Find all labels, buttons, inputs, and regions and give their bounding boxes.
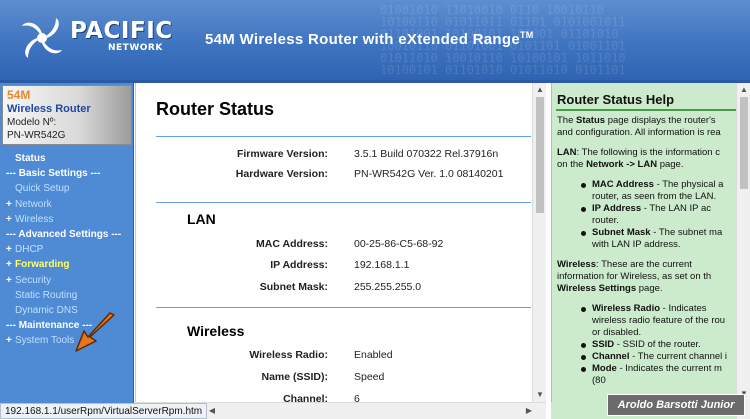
firmware-label: Firmware Version:: [236, 148, 328, 160]
list-item: Channel - The current channel i: [557, 351, 736, 363]
header-banner: 01001010 11010010 0110 10010110 10100110…: [0, 0, 750, 80]
brand-subtitle: NETWORK: [108, 43, 163, 53]
help-divider: [556, 109, 736, 111]
scroll-up-icon[interactable]: ▲: [535, 85, 545, 95]
pacific-logo-icon: [22, 18, 62, 58]
scroll-thumb[interactable]: [536, 97, 544, 213]
section-divider: [156, 307, 531, 308]
plus-icon: +: [6, 259, 12, 271]
sidebar-section-basic-settings: --- Basic Settings ---: [6, 168, 101, 180]
sidebar-item-label: Forwarding: [15, 259, 70, 271]
page-title: Router Status: [156, 99, 275, 119]
sidebar-item-quick-setup[interactable]: Quick Setup: [0, 181, 134, 196]
list-item: SSID - SSID of the router.: [557, 339, 736, 351]
channel-row: Channel: 6: [136, 393, 532, 402]
device-speed: 54M: [7, 88, 31, 102]
plus-icon: +: [6, 213, 12, 225]
plus-icon: +: [6, 244, 12, 256]
section-divider: [156, 202, 531, 203]
sidebar-item-static-routing[interactable]: Static Routing: [0, 288, 134, 303]
sidebar-nav: 54M Wireless Router Modelo Nº: PN-WR542G…: [0, 83, 134, 419]
help-panel: Router Status Help The Status page displ…: [551, 83, 736, 402]
wireless-radio-row: Wireless Radio: Enabled: [136, 349, 532, 365]
status-bar-url: 192.168.1.1/userRpm/VirtualServerRpm.htm: [0, 403, 208, 419]
channel-label: Channel:: [283, 393, 328, 402]
ip-value: 192.168.1.1: [354, 259, 410, 271]
wireless-section-title: Wireless: [187, 323, 245, 339]
help-vertical-scrollbar[interactable]: ▲ ▼: [736, 83, 750, 419]
model-code: PN-WR542G: [7, 130, 66, 141]
list-item: Subnet Mask - The subnet ma with LAN IP a…: [557, 227, 736, 251]
channel-value: 6: [354, 393, 360, 402]
subnet-row: Subnet Mask: 255.255.255.0: [136, 281, 532, 297]
wireless-radio-value: Enabled: [354, 349, 393, 361]
mac-value: 00-25-86-C5-68-92: [354, 238, 444, 250]
firmware-row: Firmware Version: 3.5.1 Build 070322 Rel…: [136, 148, 532, 164]
help-wireless-text: Wireless: These are the current informat…: [557, 259, 712, 294]
sidebar-section-advanced-settings: --- Advanced Settings ---: [6, 228, 122, 240]
product-title: 54M Wireless Router with eXtended RangeT…: [205, 30, 534, 48]
brand-name: PACIFIC: [70, 18, 173, 44]
author-watermark: Aroldo Barsotti Junior: [607, 394, 745, 416]
model-label: Modelo Nº:: [7, 117, 57, 128]
hardware-row: Hardware Version: PN-WR542G Ver. 1.0 081…: [136, 168, 532, 184]
ip-label: IP Address:: [270, 259, 328, 271]
subnet-value: 255.255.255.0: [354, 281, 422, 293]
sidebar-item-forwarding[interactable]: + Forwarding: [0, 257, 134, 272]
firmware-value: 3.5.1 Build 070322 Rel.37916n: [354, 148, 499, 160]
sidebar-item-label: Security: [15, 274, 52, 286]
main-vertical-scrollbar[interactable]: ▲ ▼: [532, 83, 546, 402]
ssid-row: Name (SSID): Speed: [136, 371, 532, 387]
hardware-value: PN-WR542G Ver. 1.0 08140201: [354, 168, 504, 180]
device-info-box: 54M Wireless Router Modelo Nº: PN-WR542G: [2, 85, 132, 145]
plus-icon: +: [6, 198, 12, 210]
sidebar-item-network[interactable]: + Network: [0, 197, 134, 212]
sidebar-item-status[interactable]: Status: [0, 151, 134, 166]
help-title: Router Status Help: [557, 92, 675, 107]
scroll-down-icon[interactable]: ▼: [535, 390, 545, 400]
sidebar-item-label: Network: [15, 198, 52, 210]
main-content: Router Status Firmware Version: 3.5.1 Bu…: [135, 83, 532, 402]
help-lan-list: MAC Address - The physical a router, as s…: [557, 179, 736, 251]
sidebar-item-label: DHCP: [15, 244, 44, 256]
scroll-right-icon[interactable]: ▶: [524, 406, 534, 416]
mac-row: MAC Address: 00-25-86-C5-68-92: [136, 238, 532, 254]
list-item: MAC Address - The physical a router, as s…: [557, 179, 736, 203]
sidebar-item-security[interactable]: + Security: [0, 273, 134, 288]
help-body: The Status page displays the router's an…: [557, 115, 736, 395]
wireless-radio-label: Wireless Radio:: [249, 349, 328, 361]
help-intro: The Status page displays the router's an…: [557, 115, 721, 138]
ssid-value: Speed: [354, 371, 385, 383]
sidebar-item-wireless[interactable]: + Wireless: [0, 212, 134, 227]
sidebar-item-label: Wireless: [15, 213, 54, 225]
subnet-label: Subnet Mask:: [259, 281, 328, 293]
scroll-left-icon[interactable]: ◀: [207, 406, 217, 416]
scroll-up-icon[interactable]: ▲: [739, 85, 749, 95]
list-item: Mode - Indicates the current m (80: [557, 363, 736, 387]
device-name: Wireless Router: [7, 103, 91, 115]
title-divider: [156, 136, 531, 137]
sidebar-item-dhcp[interactable]: + DHCP: [0, 242, 134, 257]
mac-label: MAC Address:: [256, 238, 328, 250]
plus-icon: +: [6, 335, 12, 347]
ssid-label: Name (SSID):: [261, 371, 328, 383]
pointer-arrow-icon: [75, 312, 115, 352]
scroll-thumb[interactable]: [740, 97, 748, 189]
ip-row: IP Address: 192.168.1.1: [136, 259, 532, 275]
sidebar-item-label: System Tools: [15, 335, 75, 347]
list-item: Wireless Radio - Indicates wireless radio…: [557, 303, 736, 339]
list-item: IP Address - The LAN IP ac router.: [557, 203, 736, 227]
help-lan-text: LAN: The following is the information c …: [557, 147, 720, 170]
lan-section-title: LAN: [187, 211, 216, 227]
plus-icon: +: [6, 274, 12, 286]
help-wireless-list: Wireless Radio - Indicates wireless radio…: [557, 303, 736, 387]
hardware-label: Hardware Version:: [235, 168, 328, 180]
